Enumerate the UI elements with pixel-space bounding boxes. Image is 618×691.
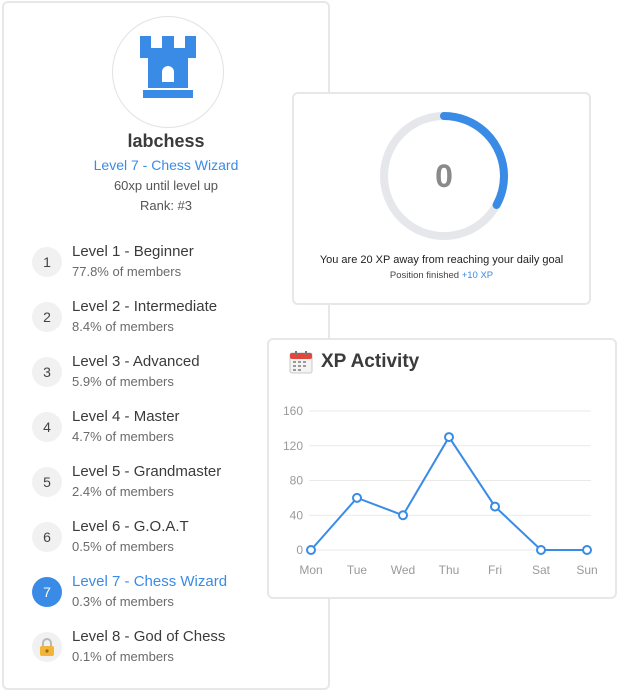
x-tick-label: Mon — [299, 563, 322, 577]
xp-until-level-up: 60xp until level up — [113, 178, 219, 193]
daily-goal-card: 0 You are 20 XP away from reaching your … — [292, 92, 591, 305]
level-name: Level 5 - Grandmaster — [72, 463, 222, 480]
level-number-badge: 6 — [32, 522, 62, 552]
last-activity-xp: +10 XP — [461, 270, 494, 281]
level-member-share: 0.1% of members — [72, 649, 174, 664]
rank: Rank: #3 — [139, 198, 193, 213]
level-name: Level 7 - Chess Wizard — [72, 573, 228, 590]
y-tick-label: 80 — [290, 474, 304, 488]
avatar — [112, 16, 224, 128]
x-tick-label: Sun — [576, 563, 597, 577]
y-tick-label: 0 — [296, 543, 303, 557]
last-activity: Position finished +10 XP — [294, 270, 589, 281]
username: labchess — [127, 131, 205, 151]
level-member-share: 4.7% of members — [72, 429, 174, 444]
xp-activity-card: 0 40 80 120 160 Mon Tue Wed Thu Fri Sat Sun XP Acti… — [267, 338, 617, 599]
y-tick-label: 160 — [283, 404, 303, 418]
daily-goal-message: You are 20 XP away from reaching your da… — [319, 254, 564, 266]
level-member-share: 8.4% of members — [72, 319, 174, 334]
level-number-badge: 1 — [32, 247, 62, 277]
x-tick-label: Wed — [391, 563, 415, 577]
level-number-badge: 3 — [32, 357, 62, 387]
level-item-1: 1 Level 1 - Beginner 77.8% of members — [32, 243, 322, 298]
x-tick-label: Tue — [347, 563, 368, 577]
xp-activity-chart: 0 40 80 120 160 Mon Tue Wed Thu Fri Sat Sun — [283, 404, 598, 577]
data-point — [444, 432, 454, 443]
current-level-title: Level 7 - Chess Wizard — [93, 157, 239, 173]
level-number-badge: 4 — [32, 412, 62, 442]
xp-activity-header: XP Activity — [289, 350, 419, 374]
level-name: Level 6 - G.O.A.T — [72, 518, 189, 535]
data-point — [536, 545, 546, 555]
level-number-badge: 2 — [32, 302, 62, 332]
lock-icon — [32, 632, 62, 662]
data-point — [398, 510, 408, 521]
rook-icon — [140, 36, 196, 98]
level-item-8-locked: Level 8 - God of Chess 0.1% of members — [32, 628, 322, 683]
series-line — [310, 435, 587, 551]
level-name: Level 1 - Beginner — [72, 243, 194, 260]
level-member-share: 0.5% of members — [72, 539, 174, 554]
level-name: Level 2 - Intermediate — [72, 298, 218, 315]
data-point — [306, 545, 316, 555]
level-member-share: 0.3% of members — [72, 594, 174, 609]
last-activity-label: Position finished — [389, 270, 460, 281]
y-tick-label: 120 — [283, 439, 303, 453]
level-name: Level 8 - God of Chess — [72, 628, 226, 645]
level-member-share: 5.9% of members — [72, 374, 174, 389]
level-member-share: 2.4% of members — [72, 484, 174, 499]
daily-xp-value: 0 — [435, 157, 453, 194]
x-tick-label: Fri — [488, 563, 502, 577]
x-tick-label: Thu — [439, 563, 460, 577]
calendar-icon — [289, 351, 313, 374]
level-name: Level 3 - Advanced — [72, 353, 200, 370]
y-tick-label: 40 — [290, 508, 304, 522]
level-number-badge: 5 — [32, 467, 62, 497]
data-point — [490, 501, 500, 512]
x-tick-label: Sat — [532, 563, 551, 577]
level-name: Level 4 - Master — [72, 408, 180, 425]
data-point — [582, 545, 592, 555]
level-member-share: 77.8% of members — [72, 264, 182, 279]
data-point — [352, 492, 362, 503]
xp-activity-title: XP Activity — [321, 351, 420, 372]
level-number-badge: 7 — [32, 577, 62, 607]
